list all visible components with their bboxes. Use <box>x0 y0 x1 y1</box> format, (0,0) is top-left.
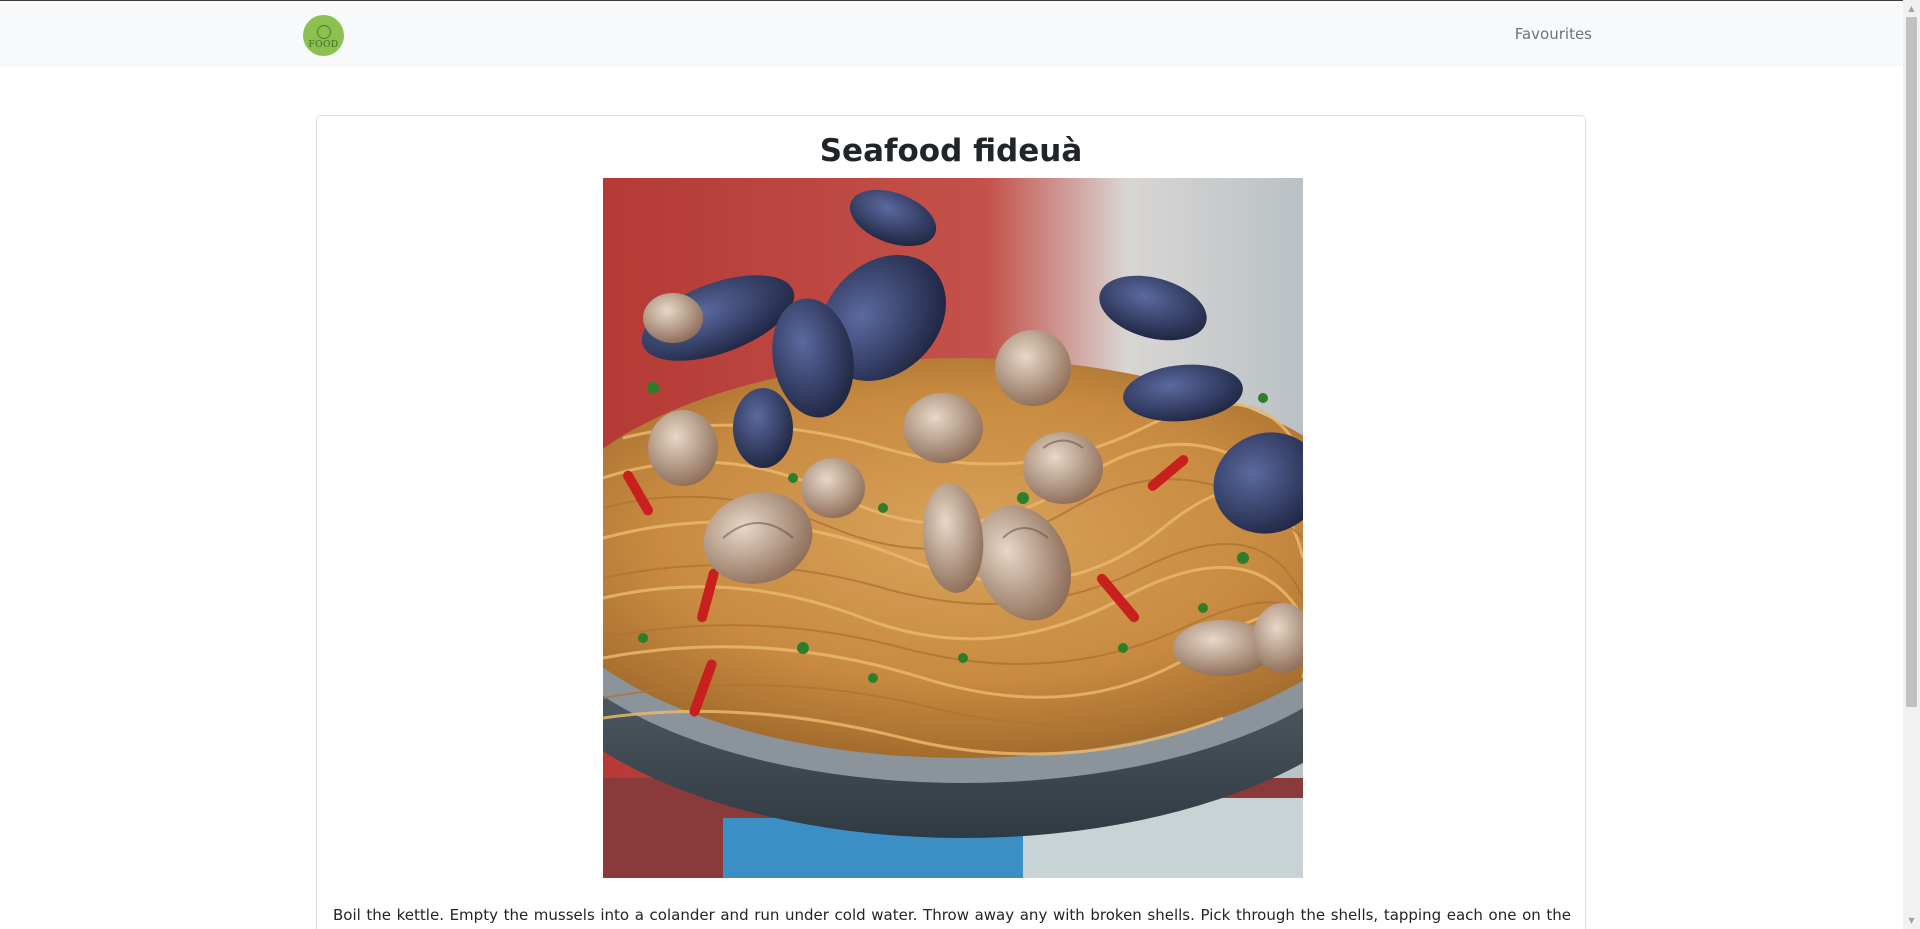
recipe-image <box>603 178 1303 878</box>
scroll-up-icon[interactable]: ▲ <box>1903 0 1920 17</box>
vertical-scrollbar[interactable]: ▲ ▼ <box>1903 0 1920 929</box>
page: FOOD Favourites Seafood fideuà Boil the … <box>0 0 1920 929</box>
food-logo[interactable]: FOOD <box>303 15 344 56</box>
logo-text: FOOD <box>308 40 339 50</box>
chef-hat-icon <box>316 25 331 39</box>
navbar: FOOD Favourites <box>0 1 1903 67</box>
recipe-instructions: Boil the kettle. Empty the mussels into … <box>333 906 1571 924</box>
recipe-card: Seafood fideuà Boil the kettle. Empty th… <box>316 115 1586 929</box>
nav-link-favourites[interactable]: Favourites <box>1490 25 1592 43</box>
seafood-fideua-photo <box>603 178 1303 878</box>
recipe-title: Seafood fideuà <box>819 133 1083 169</box>
scroll-down-icon[interactable]: ▼ <box>1903 912 1920 929</box>
scrollbar-thumb[interactable] <box>1906 17 1917 707</box>
